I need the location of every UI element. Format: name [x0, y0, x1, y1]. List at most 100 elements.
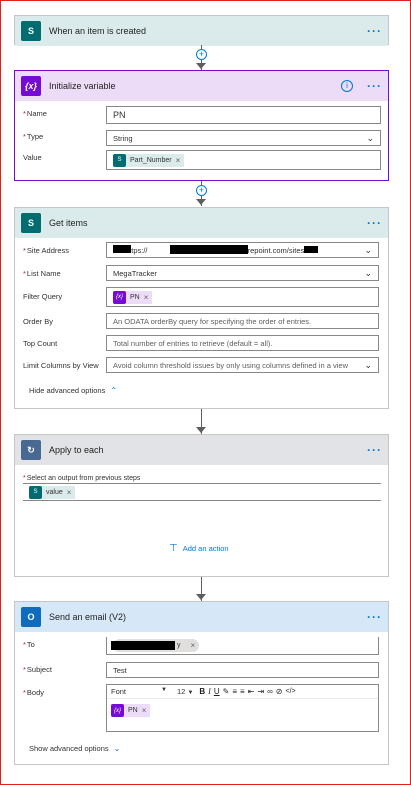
flow-arrow-icon: [196, 199, 206, 205]
name-label: *Name: [23, 109, 47, 118]
font-select[interactable]: Font ▼: [111, 687, 171, 696]
more-options-icon[interactable]: ···: [367, 24, 382, 38]
dynamic-content-token[interactable]: S value ×: [29, 485, 76, 499]
indent-icon[interactable]: ⇥: [257, 687, 264, 696]
list-label: *List Name: [23, 269, 61, 278]
more-options-icon[interactable]: ···: [367, 610, 382, 624]
more-options-icon[interactable]: ···: [367, 443, 382, 457]
info-icon[interactable]: i: [341, 80, 353, 92]
remove-token-icon[interactable]: ×: [142, 706, 147, 715]
get-items-card[interactable]: S Get items ··· *Site Address https:// s…: [14, 207, 389, 409]
font-size-select[interactable]: 12 ▼: [177, 687, 193, 696]
italic-button[interactable]: I: [208, 687, 211, 696]
underline-button[interactable]: U: [214, 687, 220, 696]
apply-to-each-header[interactable]: ↻ Apply to each ···: [15, 435, 388, 465]
remove-token-icon[interactable]: ×: [144, 293, 149, 302]
token-label: value: [46, 488, 63, 496]
filter-label: Filter Query: [23, 292, 63, 301]
filter-query-input[interactable]: {x} PN ×: [106, 287, 379, 307]
numbered-list-icon[interactable]: ≡: [240, 687, 245, 696]
token-label: PN: [130, 293, 140, 301]
trigger-header[interactable]: S When an item is created ···: [15, 16, 388, 46]
show-advanced-row[interactable]: Show advanced options ⌄: [29, 744, 380, 753]
add-action-icon: ⊤: [169, 543, 178, 554]
link-icon[interactable]: ∞: [267, 687, 273, 696]
get-items-title: Get items: [49, 218, 88, 228]
select-output-input[interactable]: S value ×: [23, 483, 381, 501]
token-label: PN: [128, 707, 138, 714]
site-label: *Site Address: [23, 246, 70, 255]
chevron-down-icon: ⌄: [364, 360, 372, 370]
order-by-input[interactable]: An ODATA orderBy query for specifying th…: [106, 313, 379, 329]
remove-token-icon[interactable]: ×: [191, 641, 196, 650]
more-options-icon[interactable]: ···: [367, 79, 382, 93]
advanced-options-row[interactable]: Hide advanced options ⌃: [29, 386, 380, 395]
chevron-up-icon[interactable]: ⌃: [110, 386, 117, 395]
apply-to-each-title: Apply to each: [49, 445, 104, 455]
add-action-label: Add an action: [182, 544, 229, 553]
initialize-variable-title: Initialize variable: [49, 81, 116, 91]
dynamic-content-token[interactable]: {x} PN ×: [113, 290, 153, 304]
hide-advanced-options-link[interactable]: Hide advanced options: [29, 386, 105, 395]
remove-token-icon[interactable]: ×: [67, 488, 72, 497]
get-items-header[interactable]: S Get items ···: [15, 208, 388, 238]
bullet-list-icon[interactable]: ≡: [232, 687, 237, 696]
variable-icon: {x}: [111, 704, 124, 717]
type-value: String: [113, 133, 133, 143]
send-email-card[interactable]: O Send an email (V2) ··· *To y × *Subjec…: [14, 601, 389, 765]
trigger-title: When an item is created: [49, 26, 147, 36]
list-name-select[interactable]: MegaTracker ⌄: [106, 265, 379, 281]
redaction-mark: [170, 245, 248, 254]
select-output-label: *Select an output from previous steps: [23, 475, 141, 482]
bold-button[interactable]: B: [199, 687, 205, 696]
sharepoint-icon: S: [29, 485, 42, 499]
limit-columns-select[interactable]: Avoid column threshold issues by only us…: [106, 357, 379, 373]
body-content[interactable]: {x} PN ×: [107, 699, 378, 722]
token-label: Part_Number: [130, 156, 172, 164]
insert-step-icon[interactable]: +: [196, 185, 207, 196]
variable-icon: {x}: [21, 76, 41, 96]
sharepoint-icon: S: [21, 213, 41, 233]
limit-columns-placeholder: Avoid column threshold issues by only us…: [113, 360, 348, 370]
flow-arrow-icon: [196, 594, 206, 600]
apply-to-each-card[interactable]: ↻ Apply to each ··· *Select an output fr…: [14, 434, 389, 577]
outlook-icon: O: [21, 607, 41, 627]
outdent-icon[interactable]: ⇤: [248, 687, 255, 696]
top-count-input[interactable]: Total number of entries to retrieve (def…: [106, 335, 379, 351]
body-editor[interactable]: Font ▼ 12 ▼ B I U ✎ ≡ ≡ ⇤ ⇥ ∞ ⊘ </> {x} P…: [106, 684, 379, 732]
variable-type-select[interactable]: String ⌄: [106, 130, 381, 146]
add-action-button[interactable]: ⊤ Add an action: [169, 543, 229, 554]
redaction-mark: [304, 246, 318, 253]
flow-arrow-icon: [196, 427, 206, 433]
variable-value-input[interactable]: S Part_Number ×: [106, 150, 381, 170]
variable-name-input[interactable]: PN: [106, 106, 381, 124]
dynamic-content-token[interactable]: {x} PN ×: [111, 704, 151, 717]
redaction-mark: [113, 245, 131, 253]
insert-step-icon[interactable]: +: [196, 49, 207, 60]
top-count-label: Top Count: [23, 339, 58, 348]
initialize-variable-card[interactable]: {x} Initialize variable i ··· *Name PN *…: [14, 70, 389, 181]
orderby-label: Order By: [23, 317, 54, 326]
value-label: Value: [23, 153, 42, 162]
code-view-icon[interactable]: </>: [285, 688, 295, 695]
sharepoint-icon: S: [21, 21, 41, 41]
unlink-icon[interactable]: ⊘: [276, 687, 283, 696]
chevron-down-icon: ⌄: [364, 245, 372, 255]
variable-icon: {x}: [113, 290, 126, 304]
chevron-down-icon[interactable]: ⌄: [114, 744, 121, 753]
chevron-down-icon: ⌄: [366, 133, 374, 143]
more-options-icon[interactable]: ···: [367, 216, 382, 230]
send-email-title: Send an email (V2): [49, 612, 127, 622]
to-label: *To: [23, 640, 35, 649]
show-advanced-options-link[interactable]: Show advanced options: [29, 744, 109, 753]
body-toolbar: Font ▼ 12 ▼ B I U ✎ ≡ ≡ ⇤ ⇥ ∞ ⊘ </>: [107, 685, 378, 699]
initialize-variable-header[interactable]: {x} Initialize variable i ···: [15, 71, 388, 101]
remove-token-icon[interactable]: ×: [176, 156, 181, 165]
flow-arrow-icon: [196, 63, 206, 69]
subject-input[interactable]: Test: [106, 662, 379, 678]
pen-icon[interactable]: ✎: [223, 687, 230, 696]
type-label: *Type: [23, 132, 44, 141]
trigger-card[interactable]: S When an item is created ···: [14, 15, 389, 46]
send-email-header[interactable]: O Send an email (V2) ···: [15, 602, 388, 632]
dynamic-content-token[interactable]: S Part_Number ×: [113, 153, 185, 167]
